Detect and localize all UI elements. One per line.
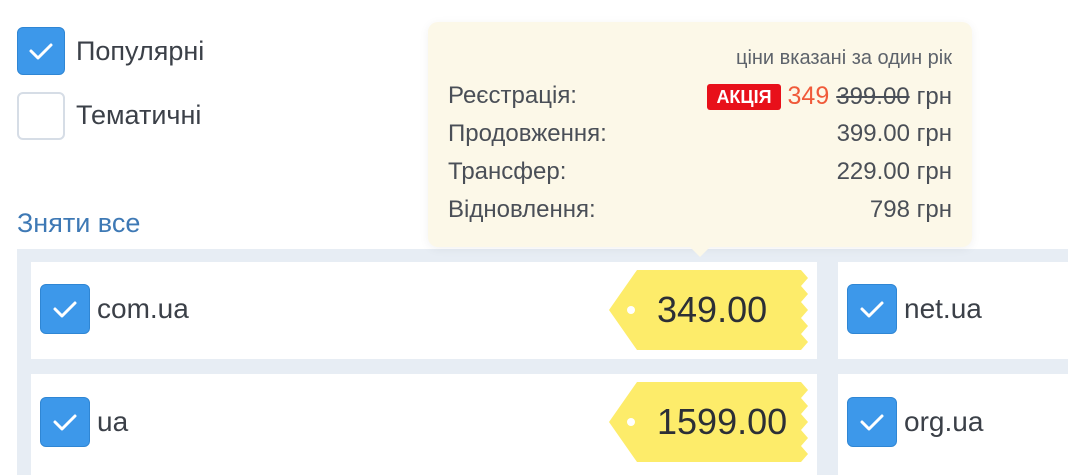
checkmark-icon [53,414,77,431]
domain-name: com.ua [97,293,189,324]
domain-name: org.ua [904,406,984,437]
registration-label: Реєстрація: [448,82,577,109]
domain-checkbox[interactable] [847,284,897,334]
tooltip-arrow [690,247,710,257]
promo-price: 349 [787,82,830,110]
tooltip-row-renewal: Продовження: 399.00 грн [448,120,952,150]
filter-thematic-checkbox[interactable] [17,92,65,140]
price-value: 349.00 [657,289,768,330]
domain-checkbox[interactable] [847,397,897,447]
domain-card-net-ua[interactable]: net.ua [838,262,1068,359]
renewal-value: 399.00 грн [836,120,952,147]
domain-name: net.ua [904,293,982,324]
price-tag[interactable]: 349.00 [609,270,809,350]
renewal-label: Продовження: [448,120,607,147]
domain-checkbox[interactable] [40,284,90,334]
old-price: 399.00 [836,82,910,110]
currency: грн [916,82,952,110]
clear-all-link[interactable]: Зняти все [17,208,140,239]
tooltip-row-restore: Відновлення: 798 грн [448,196,952,226]
checkmark-icon [29,43,53,60]
checkmark-icon [860,301,884,318]
transfer-label: Трансфер: [448,158,567,185]
filter-popular-label[interactable]: Популярні [76,36,204,67]
tooltip-note: ціни вказані за один рік [735,47,952,69]
filter-thematic-label[interactable]: Тематичні [76,100,201,131]
checkmark-icon [860,414,884,431]
filter-popular-checkbox[interactable] [17,27,65,75]
checkmark-icon [53,301,77,318]
price-tag[interactable]: 1599.00 [609,382,809,462]
price-tooltip: ціни вказані за один рік Реєстрація: АКЦ… [428,22,972,257]
tooltip-row-transfer: Трансфер: 229.00 грн [448,158,952,188]
restore-label: Відновлення: [448,196,596,223]
domain-card-com-ua[interactable]: com.ua 349.00 [31,262,817,359]
promo-badge: АКЦІЯ [707,83,781,110]
restore-value: 798 грн [869,196,952,223]
domain-name: ua [97,406,129,437]
registration-value: АКЦІЯ 349 399.00 грн [707,82,952,111]
transfer-value: 229.00 грн [836,158,952,185]
domain-checkbox[interactable] [40,397,90,447]
domain-card-ua[interactable]: ua 1599.00 [31,374,817,475]
tooltip-row-registration: Реєстрація: АКЦІЯ 349 399.00 грн [448,82,952,112]
domain-card-org-ua[interactable]: org.ua [838,374,1068,475]
price-value: 1599.00 [657,401,788,442]
